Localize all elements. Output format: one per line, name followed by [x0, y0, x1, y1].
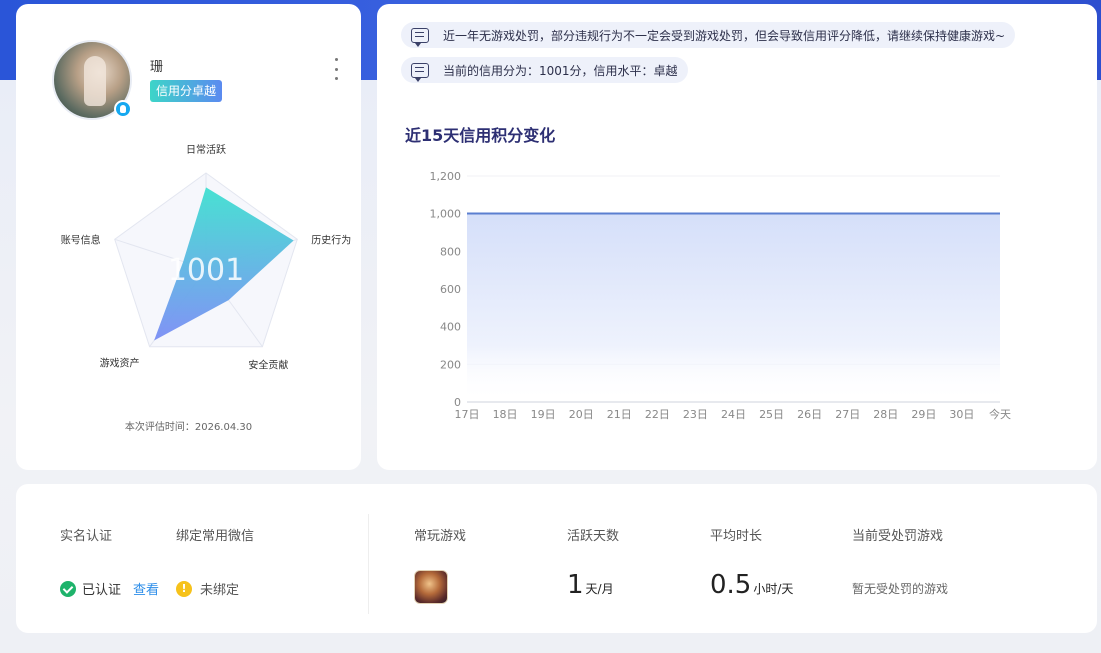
- credit-score: 1001: [168, 253, 244, 288]
- credit-level-tag: 信用分卓越: [150, 80, 223, 102]
- x-tick-label: 17日: [455, 408, 480, 421]
- active-days-stat: 1 天/月: [567, 570, 614, 600]
- account-info-card: 实名认证 绑定常用微信 已认证 查看 ! 未绑定 常玩游戏 活跃天数 平均时长 …: [16, 484, 1097, 633]
- x-tick-label: 21日: [607, 408, 632, 421]
- real-name-label: 实名认证: [60, 529, 113, 544]
- x-tick-label: 27日: [835, 408, 860, 421]
- credit-radar-chart: 1001 日常活跃历史行为安全贡献 游戏资产 账号信息: [61, 143, 352, 372]
- x-tick-label: 20日: [569, 408, 594, 421]
- notice-text: 当前的信用分为：1001分，信用水平：卓越: [443, 63, 678, 78]
- avg-duration-value: 0.5: [710, 570, 752, 600]
- x-tick-label: 25日: [759, 408, 784, 421]
- x-tick-label: 18日: [493, 408, 518, 421]
- radar-label: 账号信息: [61, 233, 101, 246]
- x-tick-label: 23日: [683, 408, 708, 421]
- wechat-status: ! 未绑定: [176, 579, 239, 598]
- x-tick-label: 30日: [949, 408, 974, 421]
- check-circle-icon: [60, 580, 76, 597]
- avg-duration-stat: 0.5 小时/天: [710, 570, 793, 600]
- chart-title: 近15天信用积分变化: [405, 126, 556, 145]
- y-tick-label: 1,200: [430, 170, 462, 183]
- more-vertical-icon[interactable]: [330, 58, 342, 80]
- radar-label: 日常活跃: [186, 143, 226, 156]
- active-days-value: 1: [567, 570, 584, 600]
- x-tick-label: 26日: [797, 408, 822, 421]
- x-tick-label: 19日: [531, 408, 556, 421]
- warning-circle-icon: !: [176, 580, 192, 597]
- credit-main-card: 近一年无游戏处罚，部分违规行为不一定会受到游戏处罚，但会导致信用评分降低，请继续…: [377, 4, 1097, 470]
- y-tick-label: 1,000: [430, 208, 462, 221]
- y-tick-label: 800: [440, 245, 461, 258]
- real-name-status: 已认证 查看: [60, 579, 159, 598]
- evaluation-time: 本次评估时间：2026.04.30: [124, 422, 253, 433]
- x-tick-label: 24日: [721, 408, 746, 421]
- no-punish-text: 暂无受处罚的游戏: [852, 582, 949, 596]
- view-link[interactable]: 查看: [133, 579, 159, 598]
- punished-game-label: 当前受处罚游戏: [852, 529, 944, 544]
- avatar-figure: [84, 56, 106, 106]
- avg-duration-label: 平均时长: [710, 529, 763, 544]
- chart-area: [467, 213, 1000, 402]
- active-days-label: 活跃天数: [567, 529, 620, 544]
- radar-label: 游戏资产: [100, 357, 140, 370]
- x-axis-ticks: 17日 18日 19日 20日 21日 22日 23日 24日 25日 26日 27日 28日 29日 3…: [455, 407, 1012, 421]
- nickname: 珊: [150, 60, 164, 75]
- credit-trend-chart: 02004006008001,0001,200 17日 18日 19日 20日 21日 2…: [430, 170, 1012, 421]
- y-axis-ticks: 02004006008001,0001,200: [430, 170, 462, 409]
- x-tick-label: 28日: [873, 408, 898, 421]
- y-tick-label: 600: [440, 283, 461, 296]
- radar-label: 安全贡献: [248, 359, 288, 372]
- frequent-game-label: 常玩游戏: [414, 529, 467, 544]
- wechat-status-text: 未绑定: [200, 583, 240, 598]
- message-icon: [411, 62, 429, 82]
- real-name-status-text: 已认证: [82, 583, 122, 598]
- notice-text: 近一年无游戏处罚，部分违规行为不一定会受到游戏处罚，但会导致信用评分降低，请继续…: [443, 28, 1006, 43]
- radar-label: 历史行为: [311, 233, 351, 246]
- y-tick-label: 200: [440, 358, 461, 371]
- x-tick-label: 今天: [989, 407, 1011, 421]
- avg-duration-unit: 小时/天: [753, 582, 794, 596]
- wechat-label: 绑定常用微信: [176, 529, 255, 544]
- active-days-unit: 天/月: [585, 582, 614, 596]
- divider: [368, 514, 369, 614]
- profile-card: 珊 信用分卓越 1001 日常活跃历史行为安全贡献 游戏资产 账号信息 本次评估时间…: [16, 4, 361, 470]
- notice-no-penalty: 近一年无游戏处罚，部分违规行为不一定会受到游戏处罚，但会导致信用评分降低，请继续…: [401, 22, 1016, 48]
- x-tick-label: 22日: [645, 408, 670, 421]
- message-icon: [411, 27, 429, 47]
- game-icon[interactable]: [414, 570, 448, 604]
- x-tick-label: 29日: [911, 408, 936, 421]
- notice-current-score: 当前的信用分为：1001分，信用水平：卓越: [401, 57, 688, 83]
- qq-icon: [114, 100, 132, 118]
- y-tick-label: 400: [440, 321, 461, 334]
